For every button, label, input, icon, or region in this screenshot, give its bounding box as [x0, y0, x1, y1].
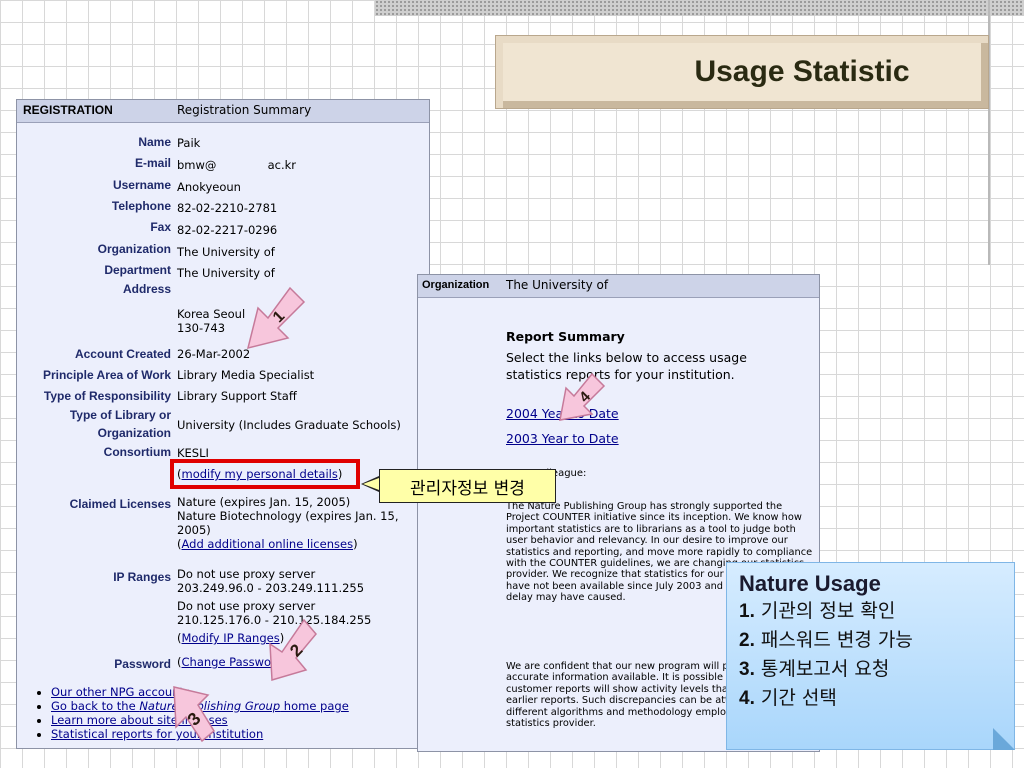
- note-item-2: 2. 패스워드 변경 가능: [739, 626, 1002, 655]
- note-item-1: 1. 기관의 정보 확인: [739, 597, 1002, 626]
- email-value: bmw@ ac.kr: [177, 158, 296, 172]
- add-licenses-link[interactable]: Add additional online licenses: [182, 537, 354, 551]
- note-item-2-text: 패스워드 변경 가능: [760, 629, 913, 651]
- responsibility-value: Library Support Staff: [177, 389, 297, 403]
- ip-range-1b: 203.249.96.0 - 203.249.111.255: [177, 581, 365, 595]
- step-4-arrow-icon: 4: [559, 372, 606, 421]
- step-3-arrow-icon: 3: [173, 686, 215, 743]
- responsibility-label: Type of Responsibility: [43, 389, 171, 403]
- name-value: Paik: [177, 136, 201, 150]
- nature-usage-note: Nature Usage 1. 기관의 정보 확인 2. 패스워드 변경 가능 …: [726, 562, 1015, 750]
- highlight-box: [170, 459, 360, 489]
- address-line2: 130-743: [177, 321, 226, 335]
- department-label: Department: [104, 263, 171, 277]
- library-type-value: University (Includes Graduate Schools): [177, 418, 401, 432]
- callout-pointer-fill: [363, 478, 379, 490]
- note-item-4-num: 4.: [739, 688, 755, 709]
- link-2003-year-to-date[interactable]: 2003 Year to Date: [506, 431, 619, 446]
- note-item-3: 3. 통계보고서 요청: [739, 655, 1002, 684]
- username-value: Anokyeoun: [177, 180, 241, 194]
- ip-ranges-label: IP Ranges: [113, 570, 171, 584]
- note-item-4: 4. 기간 선택: [739, 684, 1002, 713]
- ip-range-2a: Do not use proxy server: [177, 599, 316, 613]
- report-desc-1: Select the links below to access usage: [506, 350, 747, 365]
- organization-header-label: Organization: [422, 279, 490, 291]
- organization-header-value: The University of: [506, 278, 609, 292]
- note-item-2-num: 2.: [739, 630, 755, 651]
- home-link-prefix: Go back to the: [51, 699, 140, 713]
- registration-header: REGISTRATION Registration Summary: [17, 100, 429, 123]
- organization-header: Organization The University of: [418, 275, 819, 298]
- account-created-value: 26-Mar-2002: [177, 347, 251, 361]
- name-label: Name: [138, 135, 171, 149]
- home-link-suffix: home page: [280, 699, 349, 713]
- claimed-licenses-label: Claimed Licenses: [69, 497, 171, 511]
- note-item-1-text: 기관의 정보 확인: [760, 600, 896, 622]
- library-type-label-1: Type of Library or: [69, 408, 171, 422]
- fax-value: 82-02-2217-0296: [177, 223, 278, 237]
- license-2-cont: 2005): [177, 523, 211, 537]
- report-summary-heading: Report Summary: [506, 329, 625, 344]
- address-line1: Korea Seoul: [177, 307, 246, 321]
- consortium-value: KESLI: [177, 446, 209, 460]
- note-item-1-num: 1.: [739, 601, 755, 622]
- registration-panel: REGISTRATION Registration Summary Name P…: [16, 99, 430, 749]
- organization-value: The University of: [177, 245, 275, 259]
- add-licenses-wrap: (Add additional online licenses): [177, 537, 358, 551]
- principle-area-value: Library Media Specialist: [177, 368, 315, 382]
- note-item-3-num: 3.: [739, 659, 755, 680]
- email-label: E-mail: [134, 156, 171, 170]
- license-2: Nature Biotechnology (expires Jan. 15,: [177, 509, 399, 523]
- telephone-value: 82-02-2210-2781: [177, 201, 278, 215]
- dotted-top-band: [375, 0, 1024, 16]
- slide-title-box: Usage Statistic: [495, 35, 989, 109]
- step-2-arrow-icon: 2: [269, 618, 317, 681]
- note-item-3-text: 통계보고서 요청: [760, 658, 890, 680]
- admin-info-callout: 관리자정보 변경: [379, 469, 556, 503]
- address-label: Address: [122, 282, 171, 296]
- username-label: Username: [112, 178, 171, 192]
- step-1-arrow-icon: 1: [246, 286, 306, 350]
- slide-title: Usage Statistic: [694, 55, 910, 88]
- principle-area-label: Principle Area of Work: [42, 368, 171, 382]
- report-desc-2: statistics reports for your institution.: [506, 367, 735, 382]
- organization-label: Organization: [97, 242, 171, 256]
- statistical-reports-link[interactable]: Statistical reports for your institution: [51, 727, 263, 741]
- library-type-label-2: Organization: [97, 426, 171, 440]
- note-item-4-text: 기간 선택: [760, 687, 837, 709]
- telephone-label: Telephone: [111, 199, 171, 213]
- account-created-label: Account Created: [74, 347, 171, 361]
- consortium-label: Consortium: [103, 445, 171, 459]
- registration-header-title: REGISTRATION: [23, 103, 113, 117]
- note-title: Nature Usage: [739, 571, 881, 596]
- license-1: Nature (expires Jan. 15, 2005): [177, 495, 351, 509]
- department-value: The University of: [177, 266, 275, 280]
- fax-label: Fax: [150, 220, 171, 234]
- ip-range-1a: Do not use proxy server: [177, 567, 316, 581]
- note-folded-corner: [993, 728, 1015, 750]
- password-label: Password: [114, 657, 171, 671]
- registration-header-subtitle: Registration Summary: [177, 103, 312, 117]
- admin-info-callout-text: 관리자정보 변경: [410, 478, 525, 499]
